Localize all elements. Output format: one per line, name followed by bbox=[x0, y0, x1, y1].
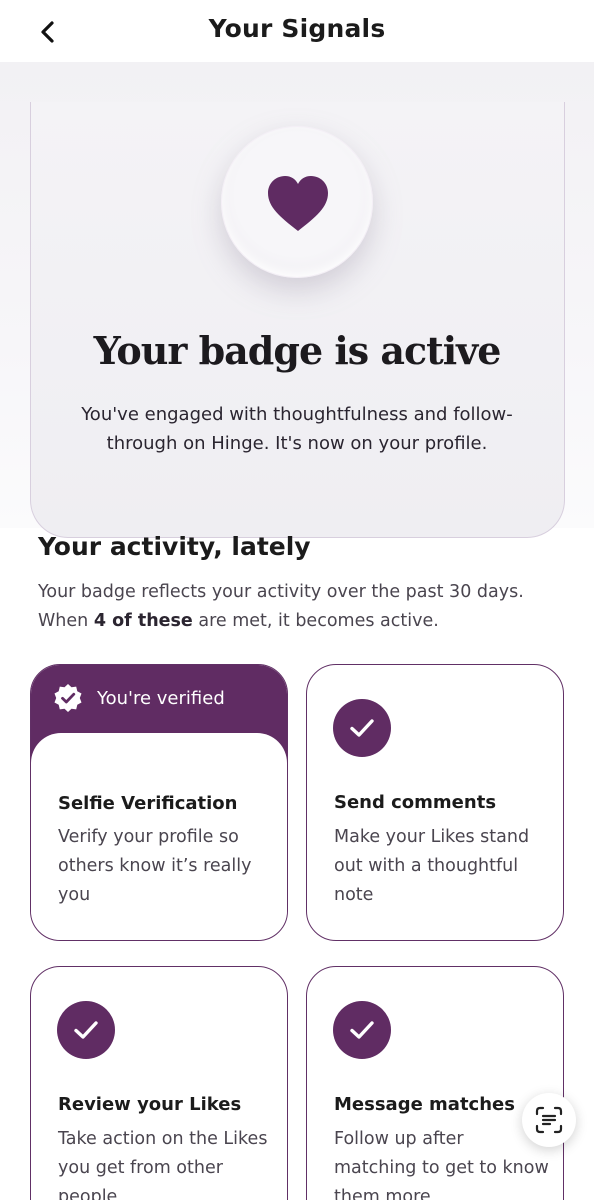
card-title: Selfie Verification bbox=[58, 793, 238, 814]
card-description: Make your Likes stand out with a thought… bbox=[334, 827, 530, 905]
scan-text-icon bbox=[535, 1106, 563, 1134]
verified-label: You're verified bbox=[97, 687, 225, 709]
checkmark-icon bbox=[350, 719, 374, 737]
checkmark-icon bbox=[350, 1021, 374, 1039]
card-title: Message matches bbox=[334, 1094, 515, 1115]
card-title: Review your Likes bbox=[58, 1094, 242, 1115]
activity-description: Your badge reflects your activity over t… bbox=[38, 578, 558, 636]
signal-card-send-comments[interactable]: Send comments Make your Likes stand out … bbox=[306, 664, 564, 941]
signals-screen: Your Signals Your badge is active You've… bbox=[0, 0, 594, 1200]
badge-status-description: You've engaged with thoughtfulness and f… bbox=[81, 404, 513, 454]
scan-text-button[interactable] bbox=[522, 1093, 576, 1147]
card-description: Follow up after matching to get to know … bbox=[334, 1129, 549, 1200]
signal-card-message-matches[interactable]: Message matches Follow up after matching… bbox=[306, 966, 564, 1200]
card-description: Take action on the Likes you get from ot… bbox=[58, 1129, 268, 1200]
top-bar: Your Signals bbox=[0, 0, 594, 62]
activity-desc-end: are met, it becomes active. bbox=[192, 611, 439, 631]
signal-card-review-likes[interactable]: Review your Likes Take action on the Lik… bbox=[30, 966, 288, 1200]
card-description: Verify your profile so others know it’s … bbox=[58, 827, 252, 905]
check-circle bbox=[333, 1001, 391, 1059]
page-title: Your Signals bbox=[208, 14, 386, 43]
checkmark-icon bbox=[74, 1021, 98, 1039]
activity-heading: Your activity, lately bbox=[38, 532, 311, 561]
hero-section: Your badge is active You've engaged with… bbox=[0, 62, 594, 538]
verified-badge-icon bbox=[54, 684, 82, 712]
verified-label-row: You're verified bbox=[53, 683, 225, 713]
card-title: Send comments bbox=[334, 792, 497, 813]
card-content: Selfie Verification Verify your profile … bbox=[31, 733, 287, 940]
signal-card-selfie-verification[interactable]: You're verified Selfie Verification Veri… bbox=[30, 664, 288, 941]
badge-status-title: Your badge is active bbox=[93, 328, 502, 373]
activity-desc-threshold: 4 of these bbox=[93, 611, 193, 631]
check-circle bbox=[333, 699, 391, 757]
badge-medallion bbox=[221, 126, 373, 278]
heart-icon bbox=[268, 176, 328, 231]
check-circle bbox=[57, 1001, 115, 1059]
